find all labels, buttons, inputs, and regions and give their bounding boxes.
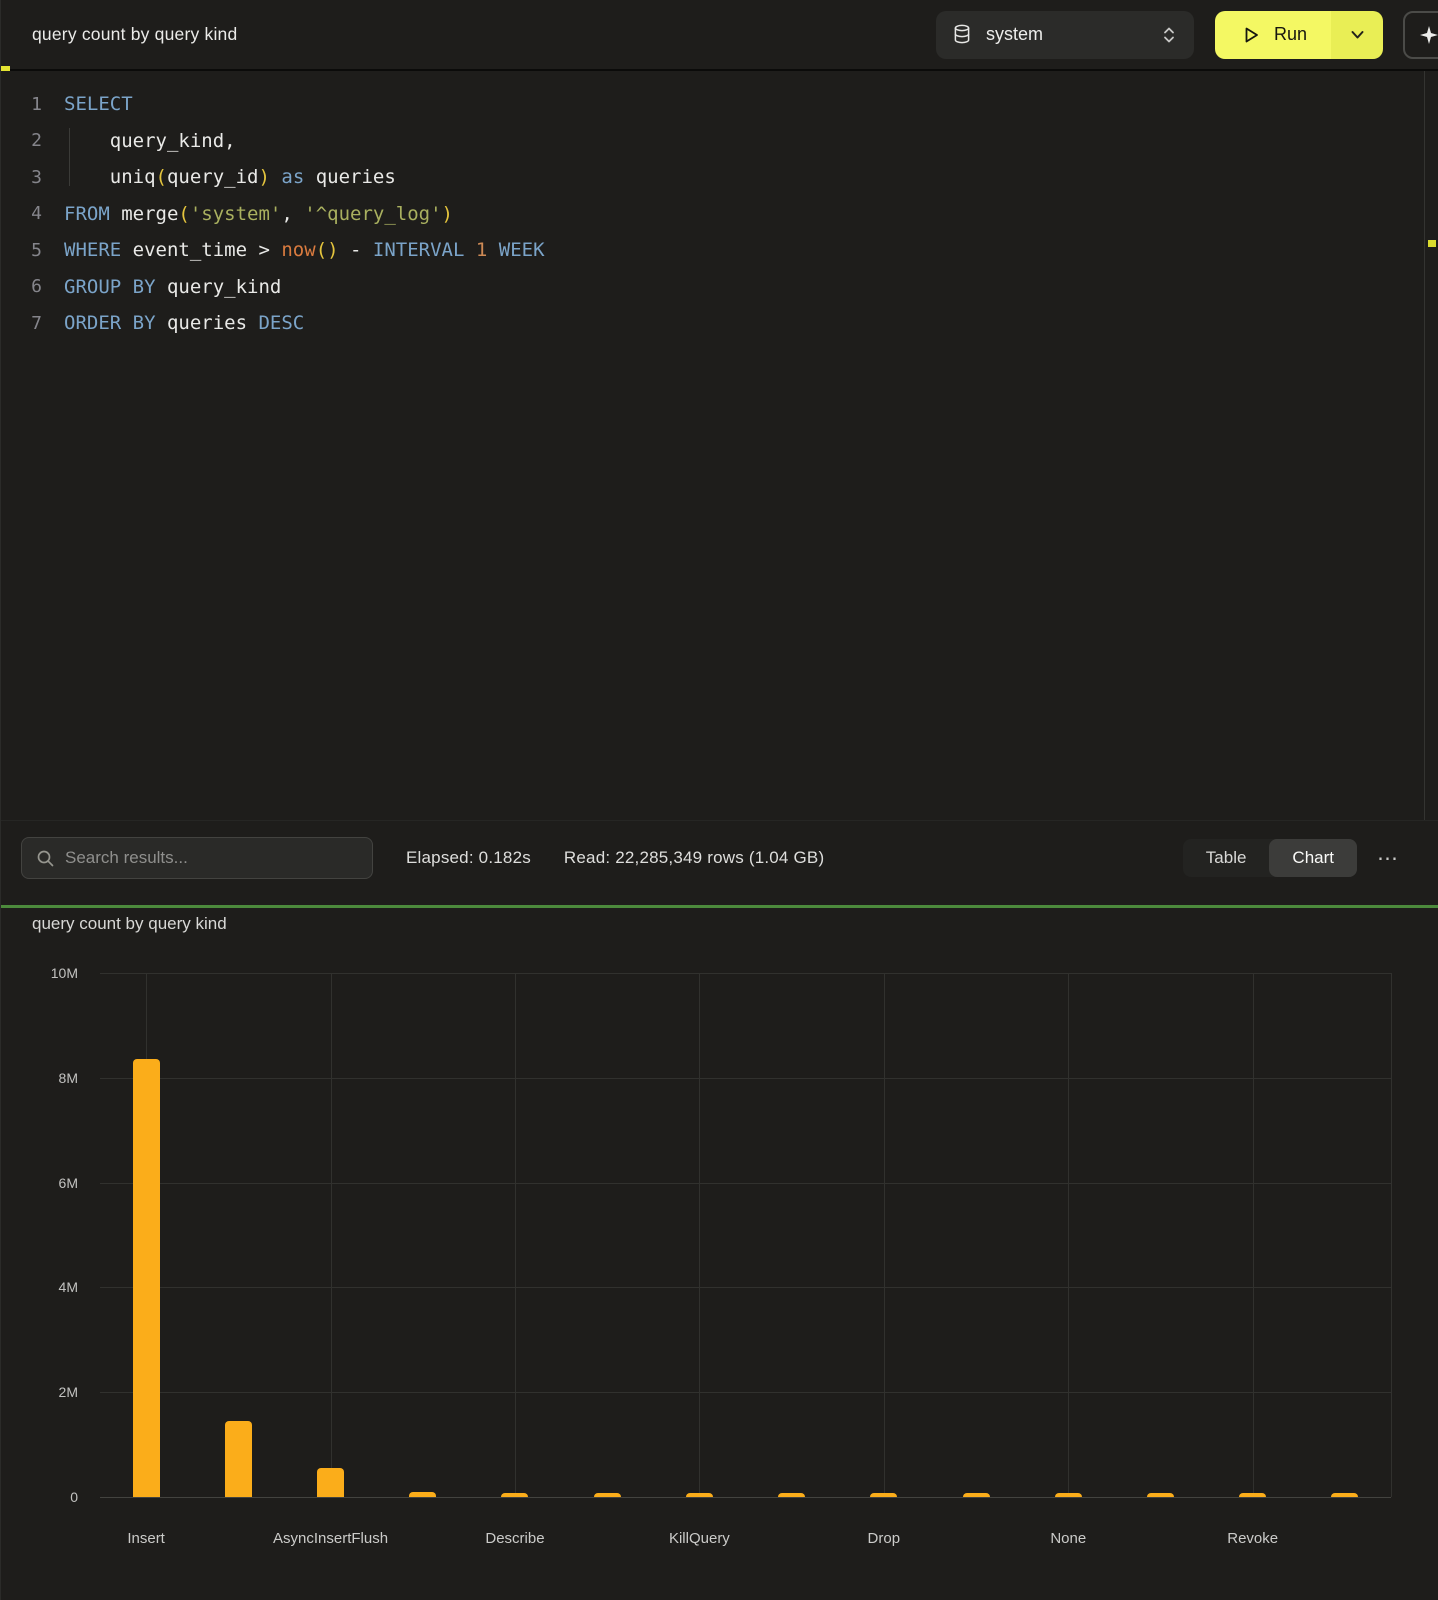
line-number: 3 — [1, 167, 42, 188]
x-axis-label: Insert — [127, 1530, 165, 1547]
gridline-horizontal — [100, 1078, 1391, 1079]
elapsed-stat: Elapsed: 0.182s — [406, 848, 531, 868]
table-view-button[interactable]: Table — [1183, 839, 1270, 877]
bar-insert[interactable] — [133, 1059, 160, 1497]
query-title: query count by query kind — [32, 24, 237, 45]
gridline-vertical — [1068, 973, 1069, 1497]
y-axis-tick-label: 2M — [18, 1384, 78, 1400]
line-number: 6 — [1, 276, 42, 297]
gridline-vertical — [515, 973, 516, 1497]
x-axis-label: KillQuery — [669, 1530, 730, 1547]
line-number: 7 — [1, 313, 42, 334]
database-icon — [953, 24, 971, 45]
code-line[interactable]: 1 SELECT — [1, 86, 1438, 123]
code-line[interactable]: 4 FROM merge('system', '^query_log') — [1, 196, 1438, 233]
y-axis-tick-label: 10M — [18, 965, 78, 981]
sql-console-window: query count by query kind system — [0, 0, 1438, 1600]
code-text: FROM merge('system', '^query_log') — [64, 203, 453, 225]
top-bar: query count by query kind system — [1, 0, 1438, 71]
x-axis-label: Describe — [485, 1530, 544, 1547]
chevron-updown-icon — [1161, 25, 1177, 45]
line-number: 2 — [1, 130, 42, 151]
run-button-group: Run — [1215, 11, 1383, 59]
results-toolbar: Elapsed: 0.182s Read: 22,285,349 rows (1… — [1, 820, 1438, 905]
line-number: 4 — [1, 203, 42, 224]
code-text: query_kind, — [64, 130, 236, 152]
code-line[interactable]: 3 uniq(query_id) as queries — [1, 159, 1438, 196]
bar[interactable] — [225, 1421, 252, 1497]
y-axis-tick-label: 4M — [18, 1279, 78, 1295]
bar-revoke[interactable] — [1239, 1493, 1266, 1497]
play-icon — [1241, 25, 1261, 45]
indent-guide-line — [69, 128, 70, 186]
bar[interactable] — [1147, 1493, 1174, 1497]
code-text: GROUP BY query_kind — [64, 276, 281, 298]
sql-editor[interactable]: 1SELECT2 query_kind,3 uniq(query_id) as … — [1, 71, 1438, 820]
gridline-horizontal — [100, 1392, 1391, 1393]
chart-view-button[interactable]: Chart — [1269, 839, 1357, 877]
bar[interactable] — [409, 1492, 436, 1497]
run-button-label: Run — [1274, 24, 1307, 45]
gridline-horizontal — [100, 1183, 1391, 1184]
chart-panel: query count by query kind 02M4M6M8M10MIn… — [1, 908, 1438, 1600]
x-axis-label: None — [1050, 1530, 1086, 1547]
search-icon — [36, 849, 55, 868]
code-line[interactable]: 6 GROUP BY query_kind — [1, 269, 1438, 306]
code-text: WHERE event_time > now() - INTERVAL 1 WE… — [64, 239, 545, 261]
bar-none[interactable] — [1055, 1493, 1082, 1497]
code-line[interactable]: 5 WHERE event_time > now() - INTERVAL 1 W… — [1, 232, 1438, 269]
code-text: uniq(query_id) as queries — [64, 166, 396, 188]
sparkles-icon — [1418, 24, 1438, 46]
ruler-cursor-marker — [1428, 240, 1436, 247]
x-axis-label: AsyncInsertFlush — [273, 1530, 388, 1547]
x-axis-label: Drop — [868, 1530, 901, 1547]
x-axis-line — [100, 1497, 1391, 1498]
gridline-horizontal — [100, 973, 1391, 974]
search-results-input[interactable] — [65, 848, 358, 868]
y-axis-tick-label: 6M — [18, 1175, 78, 1191]
bar-killquery[interactable] — [686, 1493, 713, 1497]
code-text: ORDER BY queries DESC — [64, 312, 304, 334]
database-selector-value: system — [986, 24, 1161, 45]
gridline-vertical — [1253, 973, 1254, 1497]
run-options-button[interactable] — [1331, 11, 1383, 59]
x-axis-label: Revoke — [1227, 1530, 1278, 1547]
bar[interactable] — [594, 1493, 621, 1497]
gridline-vertical — [884, 973, 885, 1497]
run-button[interactable]: Run — [1215, 11, 1331, 59]
gridline-vertical — [1391, 973, 1392, 1497]
bar[interactable] — [778, 1493, 805, 1497]
search-results-box[interactable] — [21, 837, 373, 879]
bar[interactable] — [963, 1493, 990, 1497]
line-number: 1 — [1, 94, 42, 115]
y-axis-tick-label: 0 — [18, 1489, 78, 1505]
editor-lines: 1SELECT2 query_kind,3 uniq(query_id) as … — [1, 71, 1438, 342]
gridline-vertical — [699, 973, 700, 1497]
code-line[interactable]: 2 query_kind, — [1, 123, 1438, 160]
bar[interactable] — [1331, 1493, 1358, 1497]
bar-asyncinsertflush[interactable] — [317, 1468, 344, 1497]
editor-overview-ruler[interactable] — [1424, 71, 1438, 820]
chevron-down-icon — [1350, 30, 1365, 40]
y-axis-tick-label: 8M — [18, 1070, 78, 1086]
code-line[interactable]: 7 ORDER BY queries DESC — [1, 305, 1438, 342]
code-text: SELECT — [64, 93, 133, 115]
gridline-vertical — [331, 973, 332, 1497]
ai-assist-button[interactable] — [1403, 11, 1438, 59]
view-toggle: Table Chart — [1183, 839, 1357, 877]
bar-chart: 0 2M 4M 6M 8M 10M Insert AsyncInsertFlush Descri… — [1, 908, 1438, 1600]
line-number: 5 — [1, 240, 42, 261]
more-options-button[interactable]: ⋯ — [1369, 846, 1408, 871]
database-selector[interactable]: system — [936, 11, 1194, 59]
read-stat: Read: 22,285,349 rows (1.04 GB) — [564, 848, 824, 868]
gridline-horizontal — [100, 1287, 1391, 1288]
bar-drop[interactable] — [870, 1493, 897, 1497]
bar-describe[interactable] — [501, 1493, 528, 1497]
top-bar-controls: system Run — [936, 11, 1438, 59]
